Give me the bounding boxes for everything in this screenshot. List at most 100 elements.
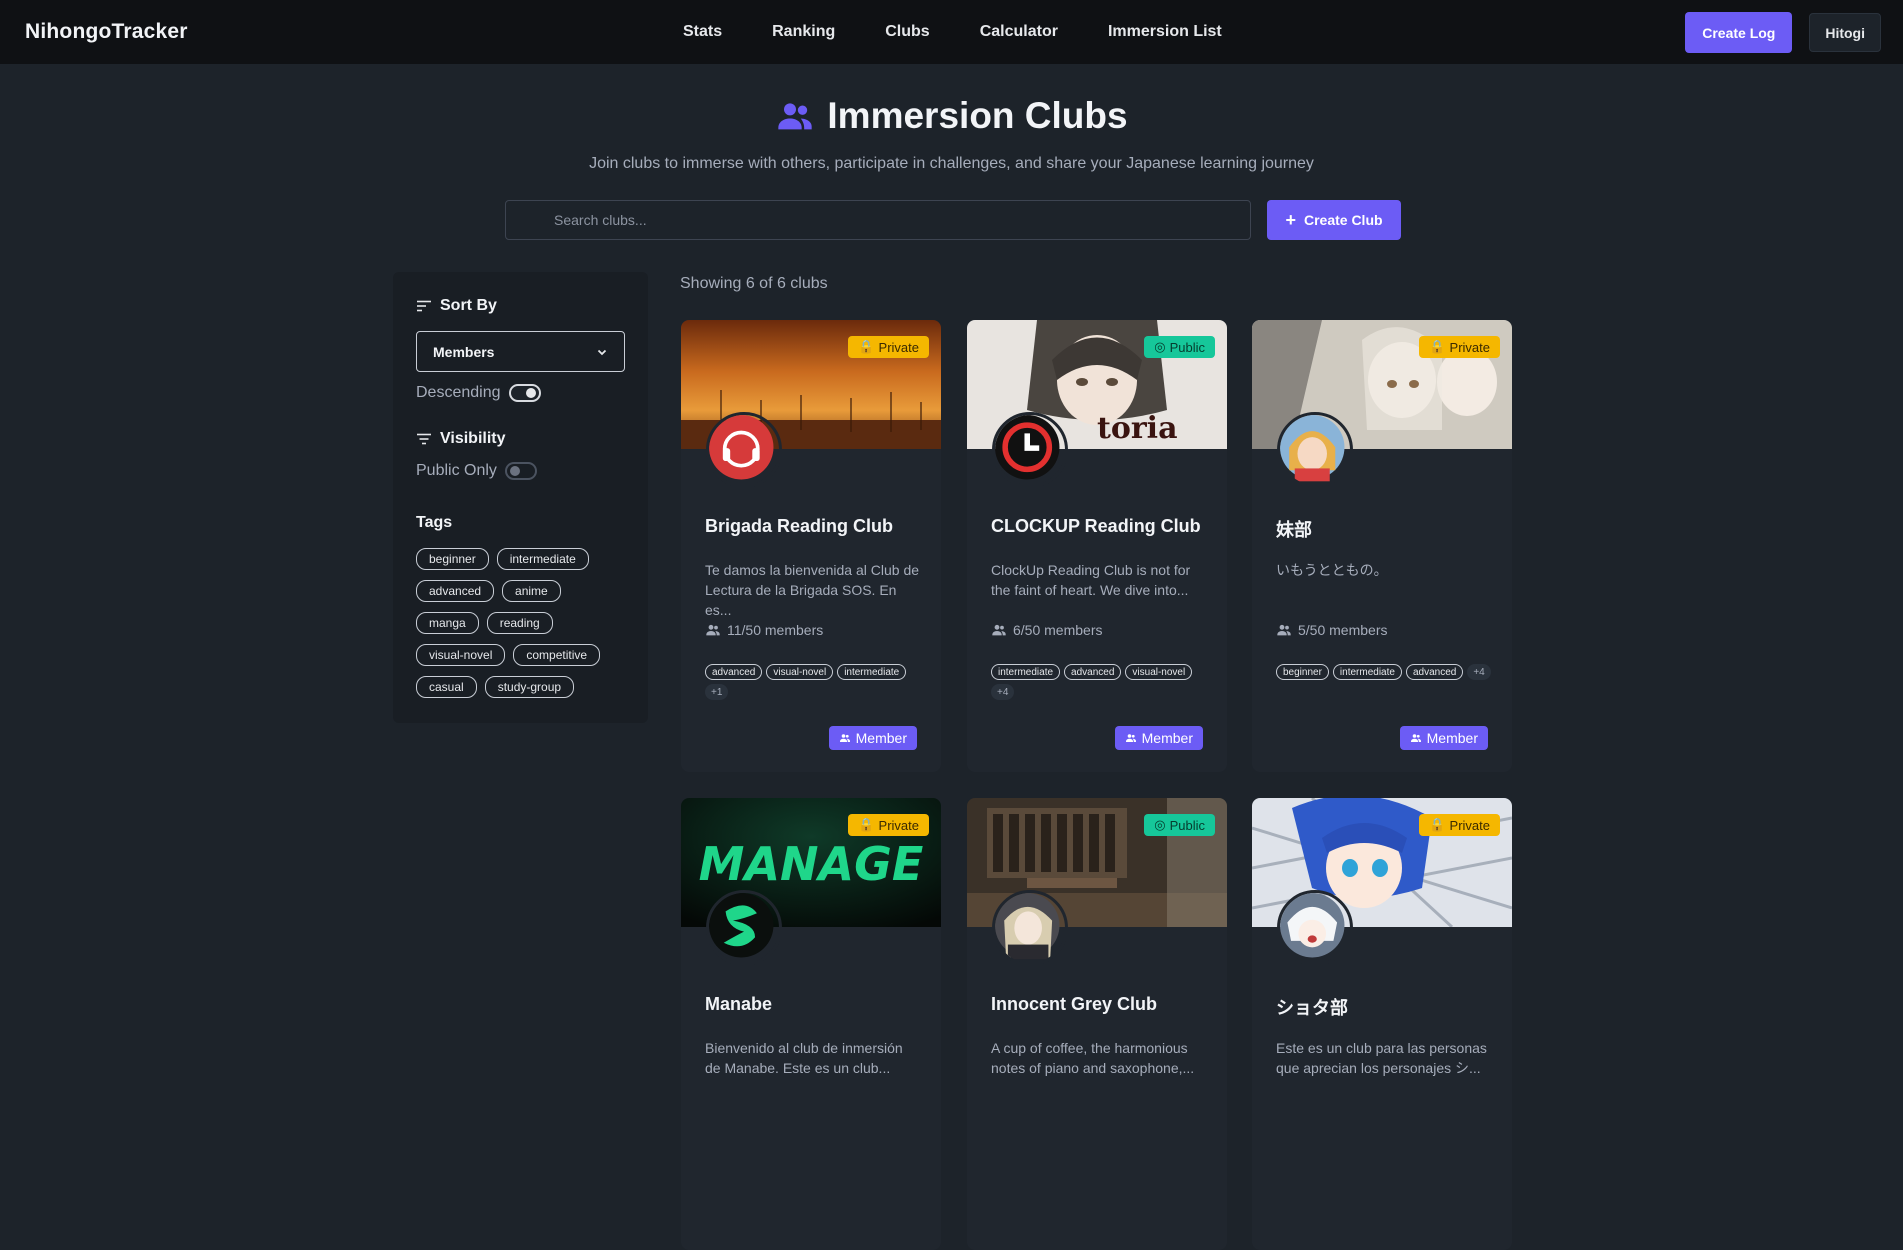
tag-filter[interactable]: competitive <box>513 644 601 666</box>
tag-filter[interactable]: advanced <box>416 580 495 602</box>
club-avatar <box>992 412 1068 488</box>
club-tag: intermediate <box>837 664 907 680</box>
lock-icon: 🔒 <box>858 339 875 354</box>
club-name: 妹部 <box>1276 520 1312 540</box>
group-icon <box>1277 624 1291 636</box>
member-button[interactable]: Member <box>1114 726 1203 750</box>
tag-filter[interactable]: reading <box>486 612 553 634</box>
user-menu-button[interactable]: Hitogi <box>1809 13 1881 52</box>
public-only-row: Public Only <box>416 462 625 480</box>
club-tag: advanced <box>1405 664 1464 680</box>
banner-logo-text: MANAGE <box>699 837 924 891</box>
lock-icon: 🔒 <box>1429 817 1446 832</box>
tag-filter[interactable]: visual-novel <box>416 644 506 666</box>
create-club-label: Create Club <box>1303 212 1383 228</box>
club-card[interactable]: MANAGE 🔒 Private Manabe Bienvenido al cl… <box>681 798 941 1250</box>
group-icon <box>839 734 850 742</box>
member-button[interactable]: Member <box>828 726 917 750</box>
club-avatar <box>1277 890 1353 966</box>
tag-filter[interactable]: intermediate <box>496 548 589 570</box>
results-count: Showing 6 of 6 clubs <box>680 275 828 292</box>
nav-actions: Create Log Hitogi <box>1685 12 1881 53</box>
club-tag: intermediate <box>991 664 1061 680</box>
create-log-button[interactable]: Create Log <box>1685 12 1793 53</box>
public-only-toggle[interactable] <box>504 462 537 480</box>
sort-heading-label: Sort By <box>440 297 497 314</box>
tag-filter-list: beginner intermediate advanced anime man… <box>416 548 626 698</box>
club-card[interactable]: 🔒 Private 妹部 いもうとともの。 5/50 members begin… <box>1252 320 1512 772</box>
group-icon <box>1410 734 1421 742</box>
club-name: Manabe <box>705 994 773 1014</box>
page-title: Immersion Clubs <box>775 95 1128 137</box>
club-description: Te damos la bienvenida al Club de Lectur… <box>705 562 920 618</box>
visibility-badge: 🔒 Private <box>1419 336 1500 358</box>
sort-select-value: Members <box>433 343 495 360</box>
club-members: 5/50 members <box>1276 622 1387 638</box>
club-description: いもうとともの。 <box>1276 562 1388 578</box>
group-icon <box>778 103 813 130</box>
club-tag: visual-novel <box>1125 664 1193 680</box>
brand-logo[interactable]: NihongoTracker <box>25 20 188 44</box>
club-tags: advanced visual-novel intermediate +1 <box>705 664 925 700</box>
club-card[interactable]: toria ◎ Public CLOCKUP Reading Club Cloc… <box>967 320 1227 772</box>
sort-heading: Sort By <box>416 297 625 315</box>
descending-toggle[interactable] <box>508 384 541 402</box>
club-card[interactable]: 🔒 Private ショタ部 Este es un club para las … <box>1252 798 1512 1250</box>
nav-link-ranking[interactable]: Ranking <box>772 23 835 41</box>
group-icon <box>706 624 720 636</box>
globe-icon: ◎ <box>1154 339 1166 354</box>
page-header: Immersion Clubs Join clubs to immerse wi… <box>0 95 1903 173</box>
club-name: ショタ部 <box>1276 998 1348 1018</box>
nav-link-calculator[interactable]: Calculator <box>980 23 1058 41</box>
group-icon <box>1125 734 1136 742</box>
club-avatar <box>1277 412 1353 488</box>
sort-select[interactable]: Members <box>416 331 625 372</box>
visibility-badge: 🔒 Private <box>1419 814 1500 836</box>
group-icon <box>992 624 1006 636</box>
member-button[interactable]: Member <box>1399 726 1488 750</box>
page-subtitle: Join clubs to immerse with others, parti… <box>589 155 1314 172</box>
tag-filter[interactable]: anime <box>502 580 561 602</box>
svg-text:toria: toria <box>1097 411 1178 446</box>
search-input[interactable] <box>505 200 1251 240</box>
descending-row: Descending <box>416 384 625 402</box>
sort-icon <box>417 300 431 312</box>
tags-heading-label: Tags <box>416 514 453 531</box>
club-tag: advanced <box>705 664 763 680</box>
club-tags-more: +1 <box>705 684 729 700</box>
club-tags: beginner intermediate advanced +4 <box>1276 664 1496 680</box>
club-tags: intermediate advanced visual-novel +4 <box>991 664 1211 700</box>
descending-label: Descending <box>416 384 501 401</box>
club-avatar <box>992 890 1068 966</box>
lock-icon: 🔒 <box>1429 339 1446 354</box>
club-tag: visual-novel <box>766 664 834 680</box>
tag-filter[interactable]: study-group <box>484 676 575 698</box>
club-name: CLOCKUP Reading Club <box>991 516 1201 536</box>
club-members: 11/50 members <box>705 622 823 638</box>
page-title-text: Immersion Clubs <box>827 95 1128 136</box>
club-tag: advanced <box>1064 664 1122 680</box>
visibility-badge: 🔒 Private <box>848 336 929 358</box>
create-club-button[interactable]: + Create Club <box>1267 200 1401 240</box>
club-description: ClockUp Reading Club is not for the fain… <box>991 562 1191 598</box>
nav-link-immersion-list[interactable]: Immersion List <box>1108 23 1222 41</box>
club-card[interactable]: 🔒 Private Brigada Reading Club Te damos … <box>681 320 941 772</box>
club-description: A cup of coffee, the harmonious notes of… <box>991 1040 1195 1076</box>
lock-icon: 🔒 <box>858 817 875 832</box>
filter-icon <box>417 433 431 445</box>
tag-filter[interactable]: manga <box>416 612 479 634</box>
plus-icon: + <box>1285 210 1296 230</box>
club-card[interactable]: ◎ Public Innocent Grey Club A cup of cof… <box>967 798 1227 1250</box>
club-tag: intermediate <box>1332 664 1402 680</box>
club-tag: beginner <box>1276 664 1329 680</box>
chevron-down-icon <box>597 349 607 355</box>
tag-filter[interactable]: casual <box>416 676 477 698</box>
club-avatar <box>706 412 782 488</box>
visibility-heading-label: Visibility <box>440 430 506 447</box>
navbar: NihongoTracker Stats Ranking Clubs Calcu… <box>0 0 1903 64</box>
tag-filter[interactable]: beginner <box>416 548 489 570</box>
nav-link-stats[interactable]: Stats <box>683 23 722 41</box>
nav-link-clubs[interactable]: Clubs <box>885 23 929 41</box>
club-name: Brigada Reading Club <box>705 516 894 536</box>
club-name: Innocent Grey Club <box>991 994 1158 1014</box>
